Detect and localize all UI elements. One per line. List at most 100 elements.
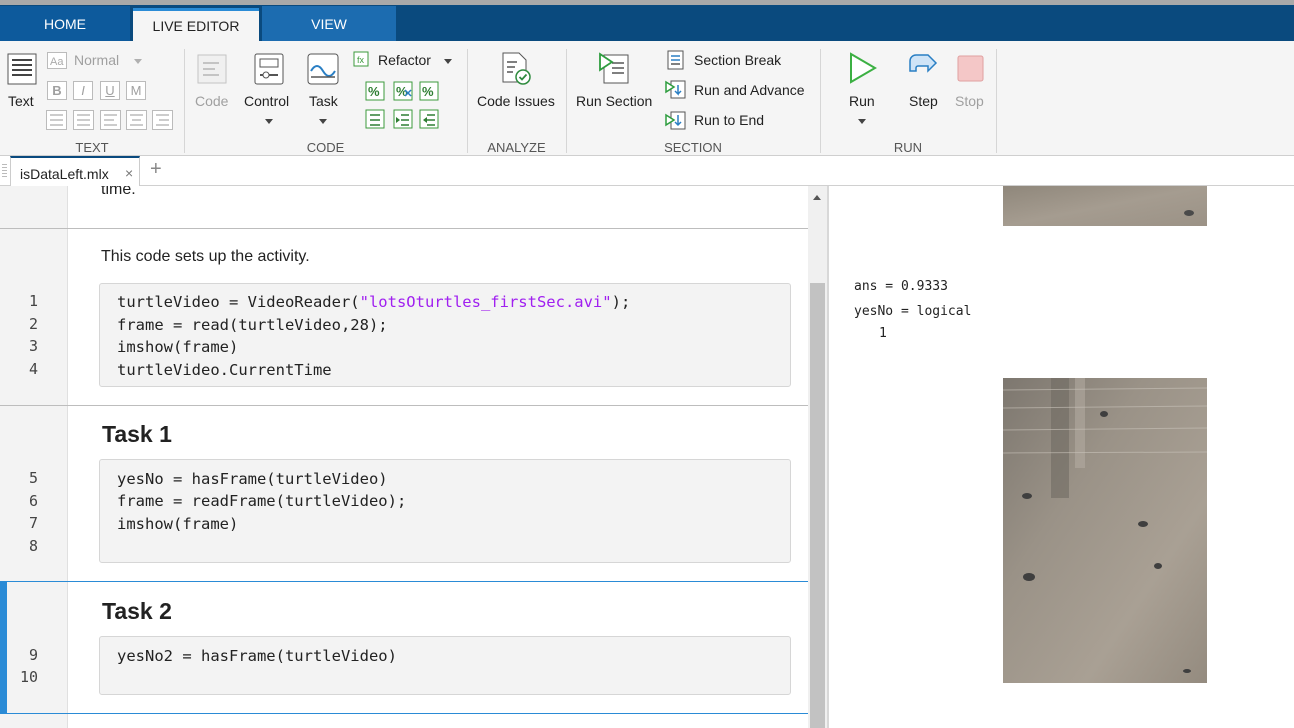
line-number: 10 (19, 668, 38, 686)
run-group-label: RUN (893, 140, 923, 155)
stop-icon[interactable] (957, 55, 985, 83)
scroll-up-arrow-icon[interactable] (813, 195, 821, 200)
text-document-icon[interactable] (7, 53, 37, 85)
new-tab-plus-icon[interactable]: + (150, 158, 162, 181)
run-and-advance-icon (665, 80, 686, 99)
code-text: ); (611, 293, 631, 311)
code-line[interactable]: yesNo2 = hasFrame(turtleVideo) (117, 647, 397, 665)
code-line[interactable]: yesNo = hasFrame(turtleVideo) (117, 470, 388, 488)
line-number: 8 (28, 537, 38, 555)
figure-image[interactable] (1003, 378, 1207, 683)
task-icon[interactable] (307, 53, 339, 85)
output-yesno: yesNo = logical (854, 304, 972, 319)
code-block[interactable]: yesNo = hasFrame(turtleVideo) frame = re… (99, 459, 791, 563)
section-break-icon (667, 50, 684, 70)
run-icon[interactable] (848, 52, 878, 84)
font-style-icon: Aa (47, 52, 67, 69)
line-number: 6 (28, 492, 38, 510)
close-icon[interactable]: × (125, 165, 133, 181)
live-script-editor[interactable]: time. This code sets up the activity. 1 … (0, 186, 808, 728)
group-divider (467, 49, 468, 153)
code-line[interactable]: imshow(frame) (117, 515, 238, 533)
section-break-button[interactable]: Section Break (694, 52, 781, 68)
code-line[interactable]: turtleVideo = VideoReader("lotsOturtles_… (117, 293, 630, 311)
chevron-down-icon[interactable] (319, 119, 327, 124)
run-to-end-button[interactable]: Run to End (694, 112, 764, 128)
file-tab[interactable]: isDataLeft.mlx × (10, 156, 140, 186)
run-section-button[interactable]: Run Section (576, 93, 652, 109)
task-heading[interactable]: Task 2 (102, 598, 172, 625)
chevron-down-icon[interactable] (265, 119, 273, 124)
section-divider (0, 405, 808, 406)
active-section-border (0, 581, 808, 582)
text-line[interactable]: time. (101, 186, 136, 199)
monospace-button[interactable]: M (126, 81, 146, 100)
code-line[interactable]: turtleVideo.CurrentTime (117, 361, 332, 379)
code-issues-button[interactable]: Code Issues (477, 93, 555, 109)
code-issues-icon[interactable] (500, 52, 534, 86)
tab-view[interactable]: VIEW (262, 6, 396, 41)
chevron-down-icon[interactable] (444, 59, 452, 64)
refactor-icon: fx (353, 51, 369, 67)
underline-button[interactable]: U (100, 81, 120, 100)
code-block[interactable]: turtleVideo = VideoReader("lotsOturtles_… (99, 283, 791, 387)
refactor-button[interactable]: Refactor (378, 52, 431, 68)
file-tab-name: isDataLeft.mlx (20, 166, 109, 182)
svg-text:fx: fx (357, 55, 365, 65)
line-number: 9 (28, 646, 38, 664)
group-divider (184, 49, 185, 153)
line-number: 3 (28, 337, 38, 355)
active-section-border (0, 713, 808, 714)
task-heading[interactable]: Task 1 (102, 421, 172, 448)
tab-live-editor[interactable]: LIVE EDITOR (133, 8, 259, 41)
run-and-advance-button[interactable]: Run and Advance (694, 82, 805, 98)
file-tab-bar: isDataLeft.mlx × + (0, 156, 1294, 186)
chevron-down-icon (134, 59, 142, 64)
group-divider (820, 49, 821, 153)
tab-home[interactable]: HOME (0, 6, 130, 41)
analyze-group-label: ANALYZE (487, 140, 546, 155)
list-align-icons[interactable] (46, 110, 174, 130)
bold-button[interactable]: B (47, 81, 67, 100)
output-pane: ans = 0.9333 yesNo = logical 1 (829, 186, 1294, 728)
code-group-label: CODE (306, 140, 345, 155)
run-to-end-icon (665, 111, 686, 130)
run-button[interactable]: Run (849, 93, 875, 109)
main-tab-bar: HOME LIVE EDITOR VIEW (0, 0, 1294, 41)
step-button[interactable]: Step (909, 93, 938, 109)
group-divider (996, 49, 997, 153)
output-ans: ans = 0.9333 (854, 279, 948, 294)
stop-button[interactable]: Stop (955, 93, 984, 109)
code-text: turtleVideo = VideoReader( (117, 293, 360, 311)
step-icon[interactable] (906, 53, 940, 83)
control-icon[interactable] (254, 53, 284, 85)
comment-indent-icons[interactable]: %%% (365, 81, 445, 133)
code-line[interactable]: frame = readFrame(turtleVideo); (117, 492, 406, 510)
italic-button[interactable]: I (73, 81, 93, 100)
svg-text:Aa: Aa (50, 56, 64, 68)
string-literal: "lotsOturtles_firstSec.avi" (359, 293, 612, 311)
ribbon-toolbar: Text Aa Normal B I U M TEXT Code Control… (0, 41, 1294, 156)
editor-scrollbar[interactable] (808, 186, 827, 728)
control-button[interactable]: Control (244, 93, 289, 109)
scrollbar-thumb[interactable] (810, 283, 825, 728)
code-block[interactable]: yesNo2 = hasFrame(turtleVideo) (99, 636, 791, 695)
line-number: 7 (28, 514, 38, 532)
style-select-value: Normal (74, 52, 120, 68)
code-line[interactable]: frame = read(turtleVideo,28); (117, 316, 388, 334)
line-number: 2 (28, 315, 38, 333)
figure-image[interactable] (1003, 186, 1207, 226)
text-button[interactable]: Text (8, 93, 34, 109)
code-block-icon[interactable] (197, 54, 227, 84)
code-line[interactable]: imshow(frame) (117, 338, 238, 356)
run-section-icon[interactable] (598, 51, 632, 85)
drag-handle[interactable] (2, 164, 7, 178)
text-line[interactable]: This code sets up the activity. (101, 248, 310, 266)
output-yesno-value: 1 (879, 326, 887, 341)
window-top-edge (0, 0, 1294, 5)
code-button[interactable]: Code (195, 93, 228, 109)
svg-text:%: % (368, 84, 380, 99)
task-button[interactable]: Task (309, 93, 338, 109)
chevron-down-icon[interactable] (858, 119, 866, 124)
line-number: 5 (28, 469, 38, 487)
